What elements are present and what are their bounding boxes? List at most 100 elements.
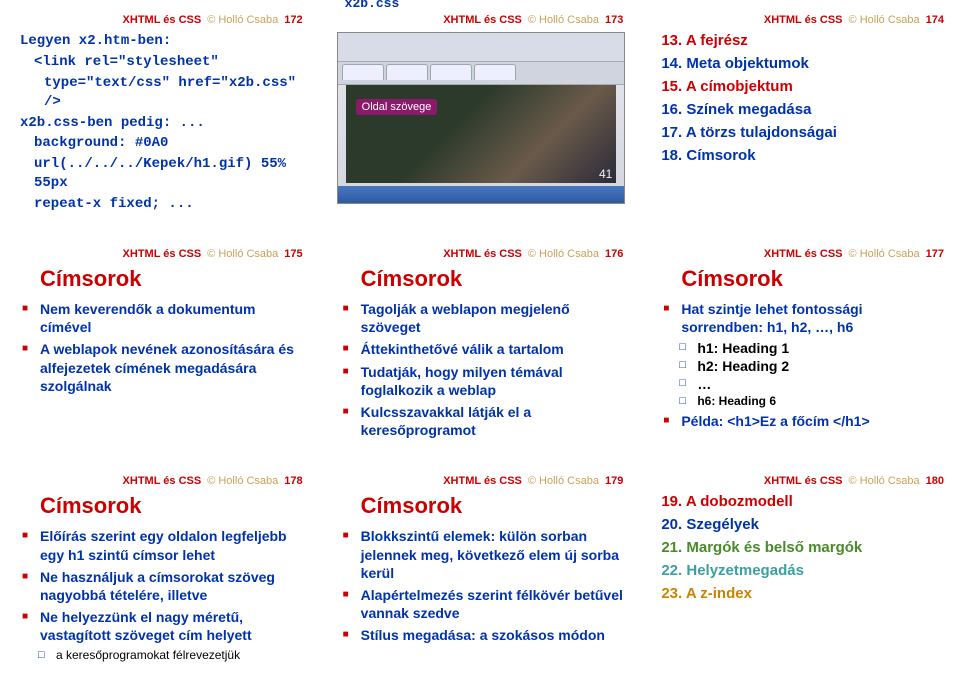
header-author: © Holló Csaba (849, 248, 920, 260)
taskbar (338, 186, 625, 203)
toc-item: 15. A címobjektum (661, 78, 944, 95)
header-author: © Holló Csaba (849, 14, 920, 26)
toc-list: 19. A dobozmodell 20. Szegélyek 21. Marg… (657, 493, 944, 602)
browser-tab (430, 64, 472, 80)
header-prefix: XHTML és CSS (443, 475, 522, 487)
header-prefix: XHTML és CSS (764, 475, 843, 487)
bullet-item: Tagolják a weblapon megjelenő szöveget (341, 300, 624, 336)
toc-item: 22. Helyzetmegadás (661, 562, 944, 579)
slide-number: 175 (284, 248, 302, 260)
bullet-list: Tagolják a weblapon megjelenő szöveget Á… (337, 300, 624, 439)
page-label: Oldal szövege (356, 99, 438, 115)
browser-tab (386, 64, 428, 80)
bullet-list: Előírás szerint egy oldalon legfel­jebb … (16, 527, 303, 644)
browser-toolbar (338, 33, 625, 62)
screenshot-caption: x2b.css (345, 0, 400, 11)
slide-number: 179 (605, 475, 623, 487)
slide-172: XHTML és CSS © Holló Csaba 172 Legyen x2… (10, 10, 309, 226)
code-line: <link rel="stylesheet" (34, 53, 303, 72)
slide-header: XHTML és CSS © Holló Csaba 175 (16, 248, 303, 260)
slide-173: x2b.css XHTML és CSS © Holló Csaba 173 O… (331, 10, 630, 226)
header-prefix: XHTML és CSS (123, 475, 202, 487)
embedded-screenshot: Oldal szövege 41 (337, 32, 626, 204)
slide-header: XHTML és CSS © Holló Csaba 178 (16, 475, 303, 487)
header-author: © Holló Csaba (849, 475, 920, 487)
page-body: Oldal szövege (346, 85, 617, 183)
header-author: © Holló Csaba (207, 475, 278, 487)
toc-list: 13. A fejrész 14. Meta objektumok 15. A … (657, 32, 944, 164)
slide-number: 180 (926, 475, 944, 487)
code-line: type="text/css" href="x2b.css" /> (44, 74, 303, 112)
sub-item: … (679, 376, 944, 392)
header-author: © Holló Csaba (528, 475, 599, 487)
slide-number: 174 (926, 14, 944, 26)
slide-number: 177 (926, 248, 944, 260)
bullet-item: Blokkszintű elemek: külön sorban jelenne… (341, 527, 624, 582)
browser-tabs (338, 62, 625, 85)
slide-title: Címsorok (40, 266, 303, 292)
code-line: Legyen x2.htm-ben: (20, 32, 303, 51)
toc-item: 19. A dobozmodell (661, 493, 944, 510)
toc-item: 13. A fejrész (661, 32, 944, 49)
bullet-item: Hat szintje lehet fontossági sorrendben:… (661, 300, 944, 336)
header-prefix: XHTML és CSS (443, 14, 522, 26)
slide-title: Címsorok (361, 493, 624, 519)
bullet-item: Tudatják, hogy milyen témával foglalkozi… (341, 363, 624, 399)
slide-title: Címsorok (361, 266, 624, 292)
slide-174: XHTML és CSS © Holló Csaba 174 13. A fej… (651, 10, 950, 226)
bullet-list: Blokkszintű elemek: külön sorban jelenne… (337, 527, 624, 644)
slide-number: 178 (284, 475, 302, 487)
toc-item: 23. A z-index (661, 585, 944, 602)
header-author: © Holló Csaba (528, 14, 599, 26)
bullet-item: Kulcsszavakkal látják el a keresőprogram… (341, 403, 624, 439)
header-prefix: XHTML és CSS (764, 14, 843, 26)
slide-header: XHTML és CSS © Holló Csaba 176 (337, 248, 624, 260)
slide-177: XHTML és CSS © Holló Csaba 177 Címsorok … (651, 244, 950, 453)
slide-175: XHTML és CSS © Holló Csaba 175 Címsorok … (10, 244, 309, 453)
sub-item: a keresőprogramokat félrevezetjük (38, 648, 303, 662)
slide-178: XHTML és CSS © Holló Csaba 178 Címsorok … (10, 471, 309, 674)
slide-179: XHTML és CSS © Holló Csaba 179 Címsorok … (331, 471, 630, 674)
bullet-list: Hat szintje lehet fontossági sorrendben:… (657, 300, 944, 336)
slide-header: XHTML és CSS © Holló Csaba 177 (657, 248, 944, 260)
slide-header: XHTML és CSS © Holló Csaba 172 (16, 14, 303, 26)
bullet-list: Nem keverendők a dokumentum címével A we… (16, 300, 303, 395)
slide-176: XHTML és CSS © Holló Csaba 176 Címsorok … (331, 244, 630, 453)
slide-grid: XHTML és CSS © Holló Csaba 172 Legyen x2… (10, 10, 950, 674)
header-author: © Holló Csaba (207, 248, 278, 260)
sub-list: a keresőprogramokat félrevezetjük (16, 648, 303, 662)
bullet-list: Példa: <h1>Ez a főcím </h1> (657, 412, 944, 430)
bullet-item: Ne helyezzünk el nagy méretű, vastagítot… (20, 608, 303, 644)
code-line: background: #0A0 (34, 134, 303, 153)
bullet-item: Előírás szerint egy oldalon legfel­jebb … (20, 527, 303, 563)
slide-title: Címsorok (40, 493, 303, 519)
sub-item: h2: Heading 2 (679, 358, 944, 374)
bullet-item: Ne használjuk a címsorokat szöveg nagyob… (20, 568, 303, 604)
sub-list: h1: Heading 1 h2: Heading 2 … h6: Headin… (657, 340, 944, 408)
code-line: x2b.css-ben pedig: ... (20, 114, 303, 133)
bullet-item: Nem keverendők a dokumentum címével (20, 300, 303, 336)
header-prefix: XHTML és CSS (764, 248, 843, 260)
header-prefix: XHTML és CSS (123, 14, 202, 26)
code-line: url(../../../Kepek/h1.gif) 55% 55px (34, 155, 303, 193)
bullet-item: Alapértelmezés szerint félkövér betűvel … (341, 586, 624, 622)
slide-number: 172 (284, 14, 302, 26)
bullet-item: Áttekinthetővé válik a tartalom (341, 340, 624, 358)
slide-header: XHTML és CSS © Holló Csaba 179 (337, 475, 624, 487)
toc-item: 20. Szegélyek (661, 516, 944, 533)
toc-item: 16. Színek megadása (661, 101, 944, 118)
slide-title: Címsorok (681, 266, 944, 292)
header-prefix: XHTML és CSS (443, 248, 522, 260)
slide-180: XHTML és CSS © Holló Csaba 180 19. A dob… (651, 471, 950, 674)
toc-item: 18. Címsorok (661, 147, 944, 164)
corner-number: 41 (599, 167, 612, 181)
sub-item: h1: Heading 1 (679, 340, 944, 356)
code-line: repeat-x fixed; ... (34, 195, 303, 214)
bullet-item: A weblapok nevének azonosítására és alfe… (20, 340, 303, 395)
slide-header: XHTML és CSS © Holló Csaba 174 (657, 14, 944, 26)
bullet-item: Példa: <h1>Ez a főcím </h1> (661, 412, 944, 430)
header-author: © Holló Csaba (528, 248, 599, 260)
header-prefix: XHTML és CSS (123, 248, 202, 260)
browser-tab (342, 64, 384, 80)
toc-item: 17. A törzs tulajdonságai (661, 124, 944, 141)
